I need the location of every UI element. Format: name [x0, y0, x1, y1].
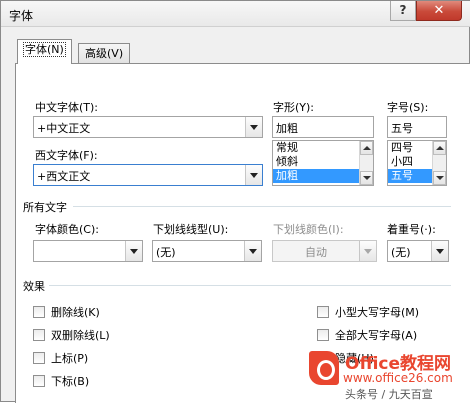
- font-size-list[interactable]: 四号 小四 五号: [387, 140, 447, 186]
- underline-color-select: 自动: [272, 240, 377, 262]
- underline-color-value: 自动: [305, 246, 327, 259]
- help-button[interactable]: ?: [390, 1, 416, 21]
- list-item[interactable]: 常规: [273, 141, 373, 155]
- checkbox-box[interactable]: [33, 306, 45, 318]
- superscript-checkbox[interactable]: 上标(P): [33, 350, 88, 366]
- small-caps-checkbox[interactable]: 小型大写字母(M): [317, 304, 419, 320]
- emphasis-mark-value: (无): [391, 246, 411, 259]
- scrollbar[interactable]: [359, 141, 373, 185]
- underline-color-label: 下划线颜色(I):: [273, 223, 344, 236]
- underline-style-select[interactable]: (无): [152, 240, 262, 262]
- tab-font[interactable]: 字体(N): [17, 39, 72, 64]
- watermark: Office教程网 www.office26.com 头条号 / 九天百宣: [301, 345, 470, 403]
- effects-heading: 效果: [23, 280, 45, 293]
- strikethrough-checkbox[interactable]: 删除线(K): [33, 304, 100, 320]
- chevron-down-icon[interactable]: [245, 165, 262, 185]
- font-color-select[interactable]: [33, 240, 143, 262]
- list-item-selected[interactable]: 加粗: [273, 169, 373, 183]
- watermark-site: www.office26.com: [343, 371, 453, 385]
- all-text-heading: 所有文字: [23, 201, 67, 214]
- dialog-title: 字体: [9, 9, 34, 23]
- chevron-down-icon[interactable]: [245, 117, 262, 137]
- tab-advanced-label: 高级(V): [85, 47, 124, 60]
- subscript-label: 下标(B): [51, 375, 90, 388]
- font-dialog: 字体 ? ✕ 字体(N) 高级(V) 中文字体(T): +中文正文 西文字体(F…: [0, 0, 470, 403]
- font-style-input[interactable]: 加粗: [272, 116, 374, 138]
- font-color-label: 字体颜色(C):: [35, 223, 99, 236]
- western-font-label: 西文字体(F):: [35, 149, 98, 162]
- tab-advanced[interactable]: 高级(V): [78, 43, 131, 63]
- close-button[interactable]: ✕: [416, 1, 462, 21]
- font-style-list[interactable]: 常规 倾斜 加粗: [272, 140, 374, 186]
- chevron-down-icon[interactable]: [433, 171, 446, 185]
- checkbox-box[interactable]: [33, 375, 45, 387]
- divider: [49, 285, 451, 286]
- chevron-down-icon: [359, 241, 376, 261]
- chevron-down-icon[interactable]: [244, 241, 261, 261]
- scrollbar[interactable]: [432, 141, 446, 185]
- checkbox-box[interactable]: [33, 329, 45, 341]
- list-item[interactable]: 倾斜: [273, 155, 373, 169]
- small-caps-label: 小型大写字母(M): [335, 306, 420, 319]
- chevron-down-icon[interactable]: [431, 241, 448, 261]
- underline-style-value: (无): [156, 246, 176, 259]
- chinese-font-select[interactable]: +中文正文: [33, 116, 263, 138]
- strikethrough-label: 删除线(K): [51, 306, 100, 319]
- chevron-down-icon[interactable]: [125, 241, 142, 261]
- western-font-select[interactable]: +西文正文: [33, 164, 263, 186]
- subscript-checkbox[interactable]: 下标(B): [33, 373, 89, 389]
- double-strikethrough-checkbox[interactable]: 双删除线(L): [33, 327, 110, 343]
- chevron-up-icon[interactable]: [433, 141, 446, 155]
- chevron-up-icon[interactable]: [360, 141, 373, 155]
- checkbox-box[interactable]: [317, 329, 329, 341]
- double-strikethrough-label: 双删除线(L): [51, 329, 110, 342]
- divider: [73, 206, 451, 207]
- watermark-caption: 头条号 / 九天百宣: [345, 388, 433, 401]
- chinese-font-value: +中文正文: [37, 122, 91, 135]
- western-font-value: +西文正文: [37, 170, 91, 183]
- checkbox-box[interactable]: [317, 306, 329, 318]
- chinese-font-label: 中文字体(T):: [35, 101, 99, 114]
- checkbox-box[interactable]: [33, 352, 45, 364]
- all-caps-checkbox[interactable]: 全部大写字母(A): [317, 327, 417, 343]
- font-style-label: 字形(Y):: [273, 101, 315, 114]
- title-bar: 字体 ? ✕: [1, 1, 470, 27]
- font-size-label: 字号(S):: [387, 101, 429, 114]
- office-logo-icon: [309, 351, 339, 385]
- superscript-label: 上标(P): [51, 352, 89, 365]
- font-size-input[interactable]: 五号: [387, 116, 447, 138]
- chevron-down-icon[interactable]: [360, 171, 373, 185]
- emphasis-mark-select[interactable]: (无): [387, 240, 449, 262]
- tab-font-label: 字体(N): [23, 42, 66, 57]
- emphasis-mark-label: 着重号(·):: [387, 223, 436, 236]
- all-caps-label: 全部大写字母(A): [335, 329, 418, 342]
- underline-style-label: 下划线线型(U):: [153, 223, 229, 236]
